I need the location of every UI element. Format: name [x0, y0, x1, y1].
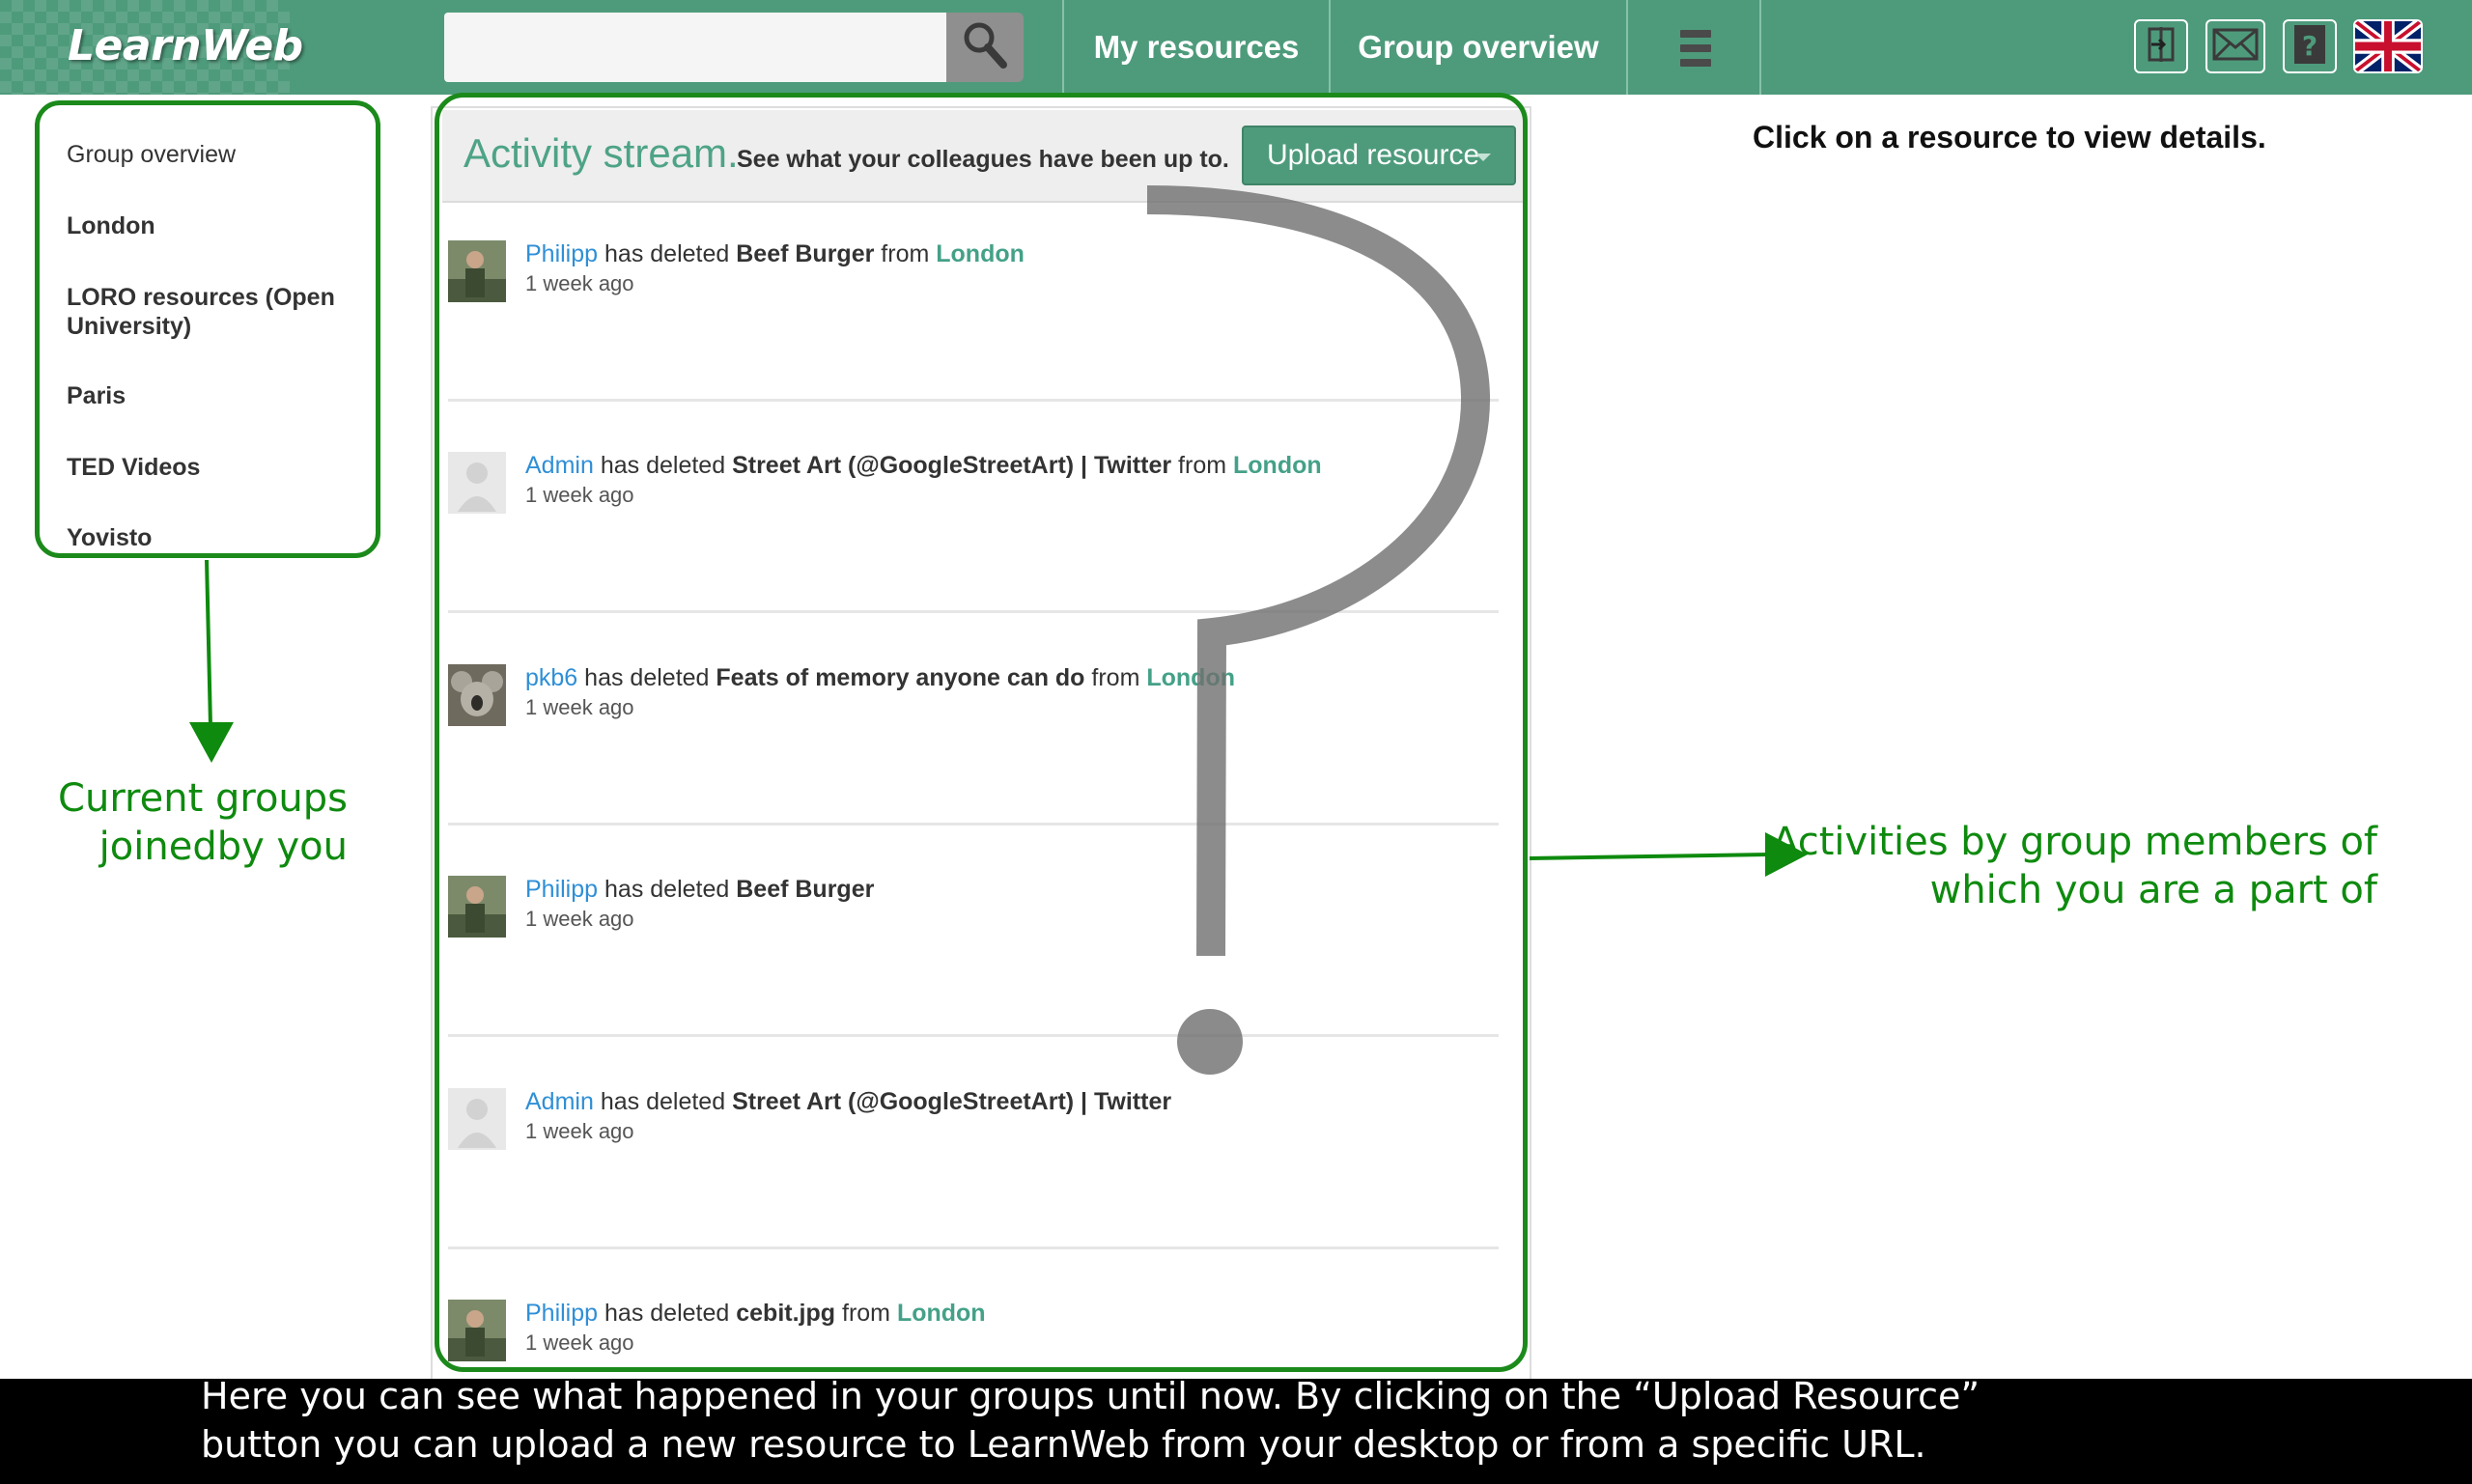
arrow-down-icon — [189, 559, 234, 763]
search-input[interactable] — [444, 13, 946, 82]
uk-flag-icon — [2355, 21, 2421, 71]
groups-sidebar: Group overview London LORO resources (Op… — [35, 100, 380, 558]
sidebar-item-london[interactable]: London — [67, 211, 366, 240]
callout-group-activities: Activities by group members of which you… — [1772, 820, 2377, 912]
nav-separator — [1759, 0, 1761, 95]
top-navigation-bar: LearnWeb My resources Group overview ? — [0, 0, 2472, 95]
logout-icon — [2142, 25, 2180, 69]
language-button[interactable] — [2353, 19, 2423, 73]
menu-icon[interactable] — [1680, 30, 1711, 67]
sidebar-item-loro-resources[interactable]: LORO resources (Open University) — [67, 283, 366, 341]
sidebar-item-ted-videos[interactable]: TED Videos — [67, 453, 366, 482]
mail-icon — [2211, 26, 2260, 68]
sidebar-item-group-overview[interactable]: Group overview — [67, 140, 366, 169]
logout-button[interactable] — [2134, 19, 2188, 73]
help-icon: ? — [2290, 23, 2329, 70]
activity-stream-highlight — [435, 93, 1528, 1372]
search-button[interactable] — [946, 13, 1024, 82]
nav-my-resources[interactable]: My resources — [1064, 0, 1329, 95]
logo-area: LearnWeb — [0, 0, 303, 95]
tutorial-caption: Here you can see what happened in your g… — [201, 1372, 2422, 1469]
sidebar-item-yovisto[interactable]: Yovisto — [67, 523, 366, 552]
search-icon — [961, 19, 1009, 76]
learnweb-logo[interactable]: LearnWeb — [68, 21, 303, 70]
resource-hint-text: Click on a resource to view details. — [1753, 120, 2266, 154]
svg-text:?: ? — [2302, 30, 2318, 62]
sidebar-item-paris[interactable]: Paris — [67, 381, 366, 410]
help-button[interactable]: ? — [2283, 19, 2337, 73]
callout-current-groups: Current groups joinedby you — [58, 776, 348, 869]
caption-line-2: button you can upload a new resource to … — [201, 1423, 1926, 1466]
nav-separator — [1626, 0, 1628, 95]
messages-button[interactable] — [2205, 19, 2265, 73]
caption-line-1: Here you can see what happened in your g… — [201, 1375, 1980, 1417]
nav-group-overview[interactable]: Group overview — [1331, 0, 1626, 95]
